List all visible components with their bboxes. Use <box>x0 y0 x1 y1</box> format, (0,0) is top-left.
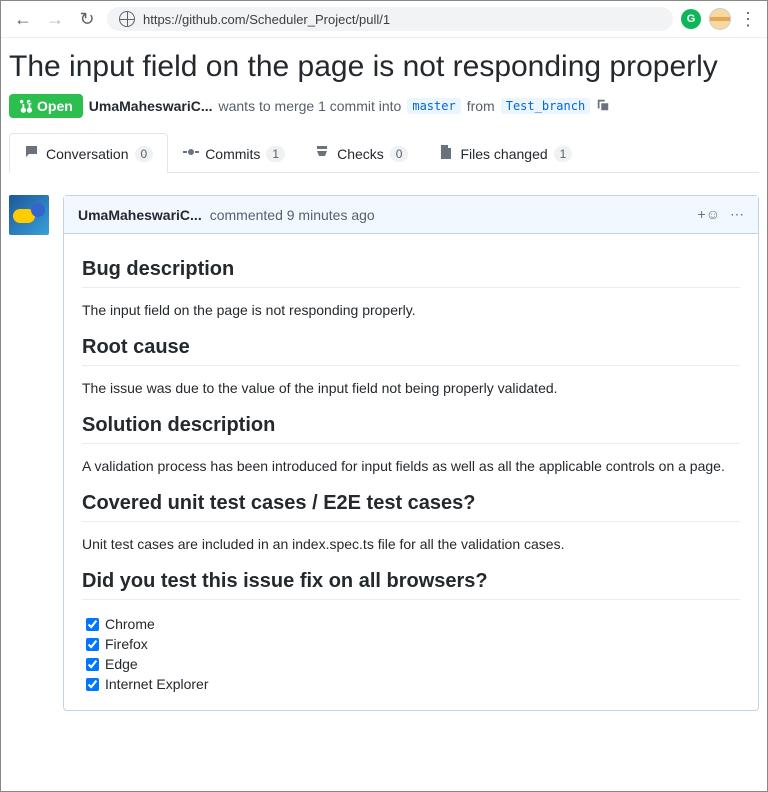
text-tests: Unit test cases are included in an index… <box>82 536 740 552</box>
tab-checks[interactable]: Checks 0 <box>300 133 423 173</box>
reload-button[interactable]: ↻ <box>75 7 99 31</box>
heading-root-cause: Root cause <box>82 336 740 366</box>
text-bug-description: The input field on the page is not respo… <box>82 302 740 318</box>
compare-branch[interactable]: Test_branch <box>501 98 590 114</box>
copy-icon[interactable] <box>596 98 610 115</box>
back-button[interactable]: ← <box>11 7 35 31</box>
heading-bug-description: Bug description <box>82 258 740 288</box>
add-reaction-icon[interactable]: +☺ <box>698 206 720 223</box>
text-solution: A validation process has been introduced… <box>82 458 740 474</box>
heading-tests: Covered unit test cases / E2E test cases… <box>82 492 740 522</box>
profile-avatar[interactable] <box>709 8 731 30</box>
pr-meta: Open UmaMaheswariC... wants to merge 1 c… <box>9 94 759 118</box>
url-text: https://github.com/Scheduler_Project/pul… <box>143 12 390 27</box>
comment-timestamp: commented 9 minutes ago <box>210 207 375 223</box>
comment-avatar[interactable] <box>9 195 49 235</box>
base-branch[interactable]: master <box>407 98 460 114</box>
browser-toolbar: ← → ↻ https://github.com/Scheduler_Proje… <box>1 1 767 38</box>
from-text: from <box>467 98 495 114</box>
merge-text: wants to merge 1 commit into <box>219 98 402 114</box>
comment-menu-icon[interactable]: ⋯ <box>730 206 744 223</box>
extension-icon[interactable]: G <box>681 9 701 29</box>
author-link[interactable]: UmaMaheswariC... <box>89 98 213 114</box>
forward-button[interactable]: → <box>43 7 67 31</box>
checkbox[interactable] <box>86 658 99 671</box>
comment-author[interactable]: UmaMaheswariC... <box>78 207 202 223</box>
list-item: Firefox <box>86 634 740 654</box>
text-root-cause: The issue was due to the value of the in… <box>82 380 740 396</box>
commits-icon <box>183 144 199 163</box>
conversation-icon <box>24 144 40 163</box>
heading-browsers: Did you test this issue fix on all brows… <box>82 570 740 600</box>
state-badge: Open <box>9 94 83 118</box>
files-icon <box>438 144 454 163</box>
checkbox[interactable] <box>86 618 99 631</box>
tab-commits[interactable]: Commits 1 <box>168 133 300 173</box>
list-item: Edge <box>86 654 740 674</box>
pr-tabs: Conversation 0 Commits 1 Checks 0 Files … <box>9 132 759 173</box>
comment: UmaMaheswariC... commented 9 minutes ago… <box>63 195 759 711</box>
tab-conversation[interactable]: Conversation 0 <box>9 133 168 173</box>
pull-request-icon <box>19 99 33 113</box>
heading-solution: Solution description <box>82 414 740 444</box>
browser-menu-icon[interactable]: ⋮ <box>739 9 757 30</box>
checkbox[interactable] <box>86 678 99 691</box>
comment-header: UmaMaheswariC... commented 9 minutes ago… <box>64 196 758 234</box>
browser-checklist: Chrome Firefox Edge Internet Explorer <box>82 614 740 694</box>
checks-icon <box>315 144 331 163</box>
address-bar[interactable]: https://github.com/Scheduler_Project/pul… <box>107 7 673 31</box>
pr-title: The input field on the page is not respo… <box>9 50 759 84</box>
checkbox[interactable] <box>86 638 99 651</box>
comment-body: Bug description The input field on the p… <box>64 234 758 710</box>
list-item: Chrome <box>86 614 740 634</box>
tab-files-changed[interactable]: Files changed 1 <box>423 133 587 173</box>
globe-icon <box>119 11 135 27</box>
list-item: Internet Explorer <box>86 674 740 694</box>
